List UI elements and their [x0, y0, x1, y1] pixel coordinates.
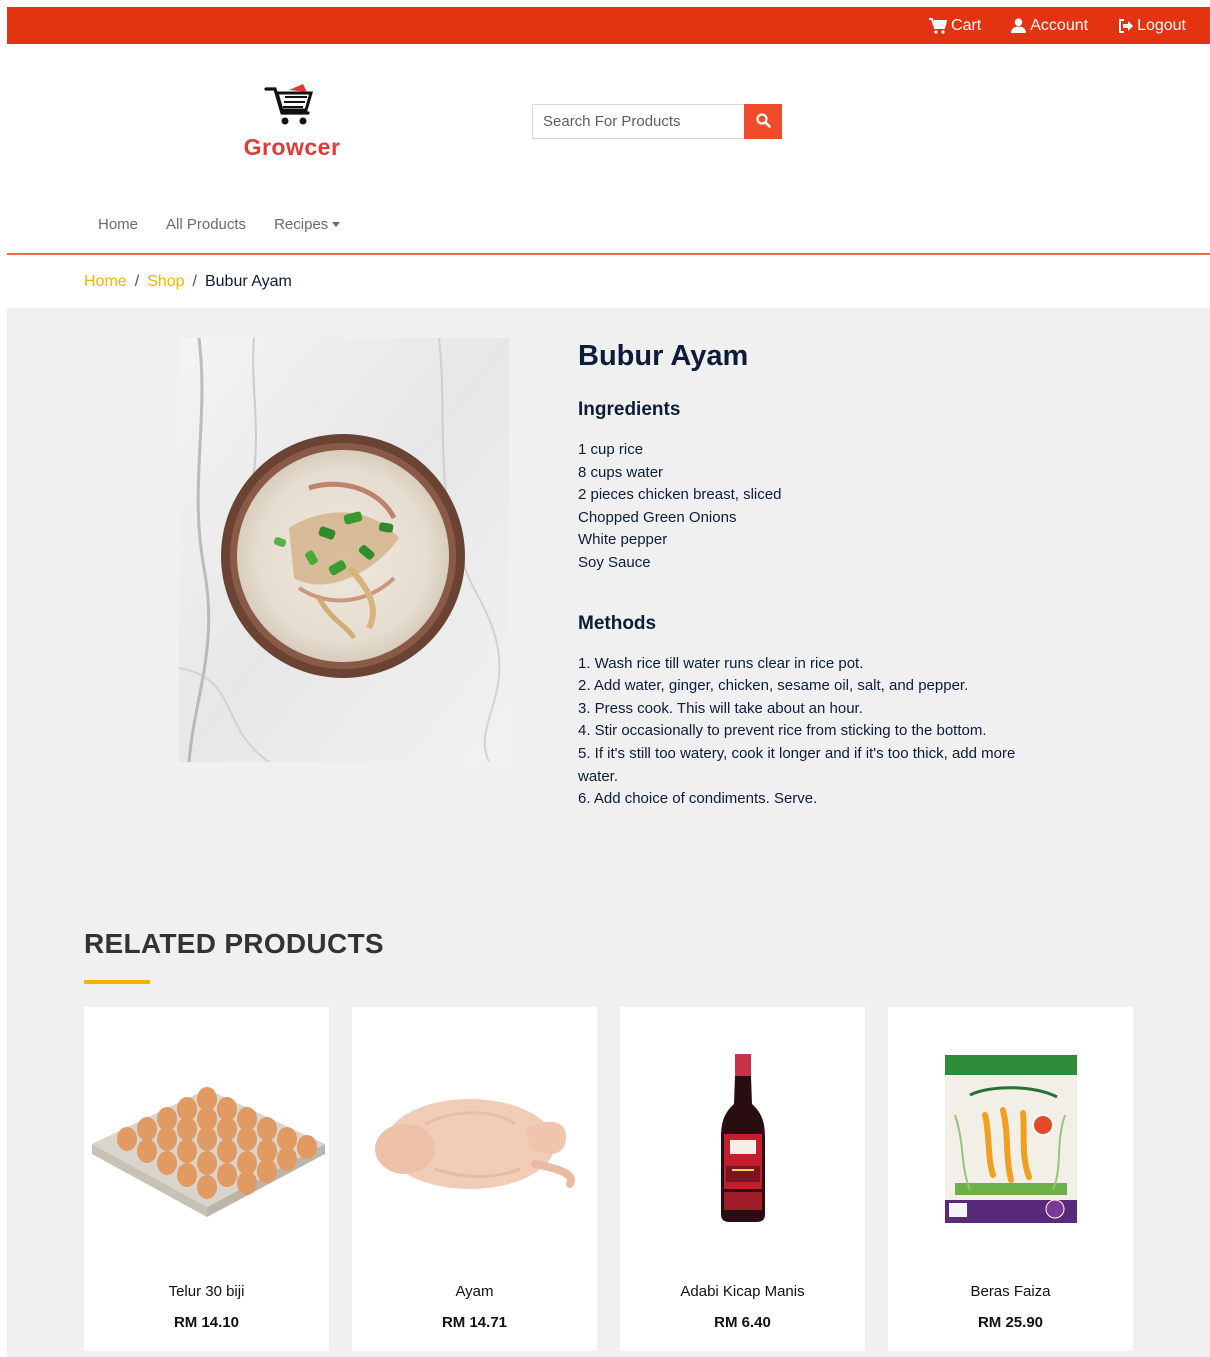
nav-recipes-dropdown[interactable]: Recipes: [274, 216, 341, 233]
search-icon: [755, 112, 771, 131]
methods-list: 1. Wash rice till water runs clear in ri…: [578, 653, 1098, 811]
related-products-heading: RELATED PRODUCTS: [84, 928, 384, 959]
ingredient-item: White pepper: [578, 531, 668, 549]
logout-label: Logout: [1137, 16, 1186, 34]
nav-recipes-label: Recipes: [274, 216, 329, 233]
cart-label: Cart: [951, 16, 982, 34]
product-image-rice-bag: [888, 1029, 1133, 1249]
search-input[interactable]: [532, 104, 744, 139]
site-logo[interactable]: Growcer: [235, 83, 349, 161]
ingredient-item: 1 cup rice: [578, 441, 644, 458]
search-bar: [532, 104, 782, 139]
product-name: Telur 30 biji: [168, 1283, 245, 1300]
cart-link[interactable]: Cart: [929, 17, 981, 35]
product-price: RM 25.90: [977, 1314, 1044, 1331]
method-step: 3. Press cook. This will take about an h…: [578, 699, 863, 717]
cart-logo-icon: [235, 83, 349, 134]
caret-down-icon: [332, 222, 341, 227]
recipe-details: Bubur Ayam Ingredients 1 cup rice 8 cups…: [578, 340, 1098, 811]
sign-out-icon: [1118, 18, 1134, 33]
account-label: Account: [1030, 16, 1089, 34]
product-name: Beras Faiza: [970, 1283, 1051, 1300]
recipe-image: [179, 338, 509, 762]
main-nav: Home All Products Recipes: [98, 216, 341, 233]
breadcrumb-separator: /: [192, 273, 197, 290]
page: Cart Account Logout Growcer Search For P…: [7, 7, 1210, 1357]
ingredient-item: Soy Sauce: [578, 553, 651, 571]
breadcrumb-home[interactable]: Home: [84, 273, 127, 291]
method-step: 5. If it's still too watery, cook it lon…: [578, 744, 1016, 785]
method-step: 2. Add water, ginger, chicken, sesame oi…: [578, 677, 969, 695]
product-price: RM 14.10: [173, 1314, 240, 1331]
breadcrumb: Home / Shop / Bubur Ayam: [84, 273, 292, 291]
nav-all-products[interactable]: All Products: [166, 216, 246, 233]
breadcrumb-separator: /: [134, 273, 140, 290]
top-bar: Cart Account Logout: [7, 7, 1210, 44]
logo-text: Growcer: [243, 134, 341, 160]
ingredients-heading: Ingredients: [578, 399, 681, 420]
related-products-list: Telur 30 biji RM 14.10 Ayam RM 14.71 Ada…: [84, 1007, 1133, 1351]
recipe-title: Bubur Ayam: [578, 340, 749, 372]
method-step: 6. Add choice of condiments. Serve.: [578, 790, 818, 808]
product-card[interactable]: Ayam RM 14.71: [352, 1007, 597, 1351]
methods-heading: Methods: [578, 612, 657, 634]
ingredient-item: 2 pieces chicken breast, sliced: [578, 486, 782, 504]
search-button[interactable]: [744, 104, 782, 139]
ingredient-item: 8 cups water: [578, 463, 664, 481]
method-step: 4. Stir occasionally to prevent rice fro…: [578, 722, 987, 740]
product-image-soy-sauce: [620, 1029, 865, 1249]
breadcrumb-current: Bubur Ayam: [204, 273, 292, 290]
ingredients-list: 1 cup rice 8 cups water 2 pieces chicken…: [578, 439, 1098, 575]
product-image-chicken: [352, 1029, 597, 1249]
product-card[interactable]: Beras Faiza RM 25.90: [888, 1007, 1133, 1351]
user-icon: [1011, 18, 1027, 33]
product-name: Ayam: [455, 1283, 494, 1300]
cart-icon: [929, 17, 948, 34]
header-divider: [7, 253, 1210, 255]
product-card[interactable]: Adabi Kicap Manis RM 6.40: [620, 1007, 865, 1351]
product-name: Adabi Kicap Manis: [680, 1283, 805, 1300]
product-card[interactable]: Telur 30 biji RM 14.10: [84, 1007, 329, 1351]
logout-link[interactable]: Logout: [1118, 17, 1186, 35]
product-image-eggs: [84, 1029, 329, 1249]
account-link[interactable]: Account: [1011, 17, 1088, 35]
heading-underline: [84, 980, 150, 984]
nav-home[interactable]: Home: [98, 216, 138, 233]
main-content: Bubur Ayam Ingredients 1 cup rice 8 cups…: [7, 308, 1210, 1357]
method-step: 1. Wash rice till water runs clear in ri…: [578, 654, 864, 672]
product-price: RM 14.71: [441, 1314, 508, 1331]
product-price: RM 6.40: [714, 1314, 771, 1331]
breadcrumb-shop[interactable]: Shop: [147, 273, 184, 291]
ingredient-item: Chopped Green Onions: [578, 508, 737, 526]
